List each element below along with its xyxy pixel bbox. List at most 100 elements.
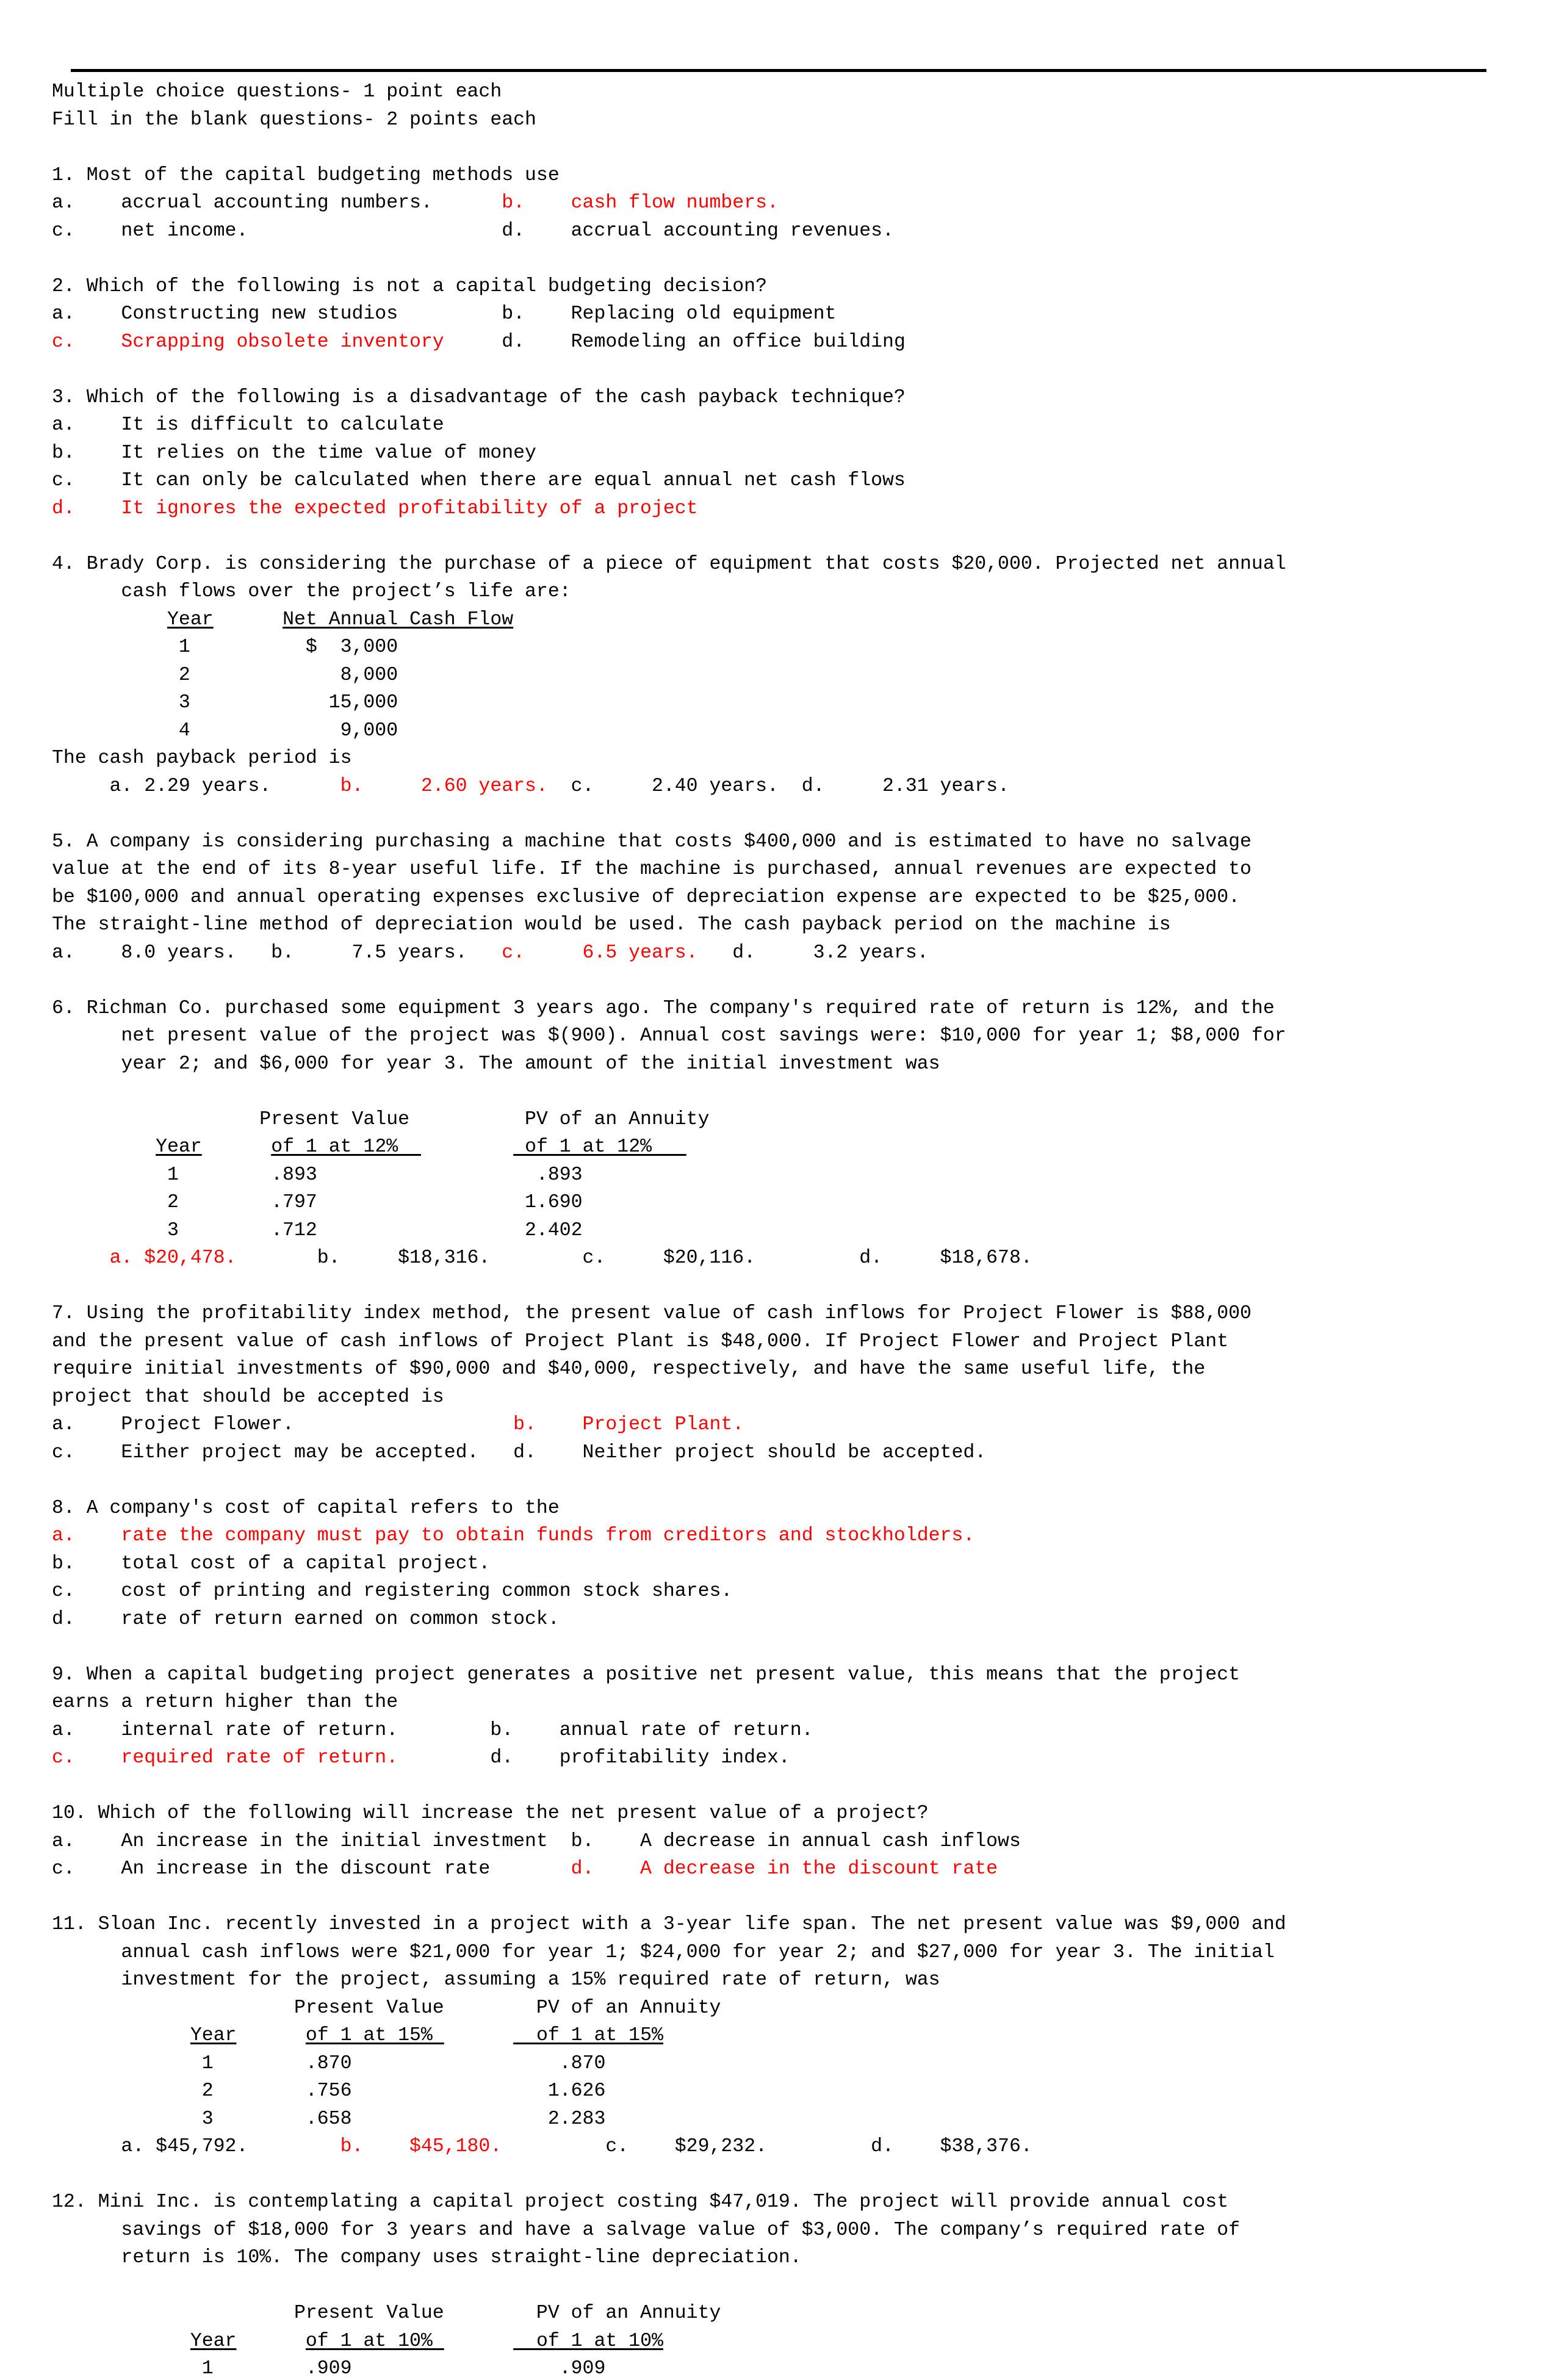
text-line: 3 .658 2.283 [52, 2105, 1535, 2133]
text-line: return is 10%. The company uses straight… [52, 2244, 1535, 2272]
text-segment: 1 $ 3,000 [52, 636, 398, 658]
text-segment: 2 8,000 [52, 664, 398, 686]
text-line: d. rate of return earned on common stock… [52, 1606, 1535, 1634]
text-line: value at the end of its 8-year useful li… [52, 856, 1535, 884]
text-segment: The straight-line method of depreciation… [52, 914, 1171, 936]
document-body: Multiple choice questions- 1 point each F… [52, 78, 1535, 2380]
text-line: a. $45,792. b. $45,180. c. $29,232. d. $… [52, 2133, 1535, 2161]
text-segment: d. profitability index. [398, 1747, 790, 1769]
text-segment [52, 2025, 190, 2046]
text-line: 2 .797 1.690 [52, 1189, 1535, 1217]
text-segment: value at the end of its 8-year useful li… [52, 859, 1252, 880]
text-segment [52, 1247, 110, 1269]
text-segment: a. Project Flower. [52, 1414, 514, 1435]
table-column-header: Year [156, 1136, 202, 1158]
text-line: a. An increase in the initial investment… [52, 1828, 1535, 1856]
text-line: Multiple choice questions- 1 point each [52, 78, 1535, 106]
text-segment: 3 15,000 [52, 692, 398, 713]
text-segment: 3 .658 2.283 [52, 2108, 606, 2130]
text-line: investment for the project, assuming a 1… [52, 1966, 1535, 1994]
text-segment: b. $18,316. c. $20,116. d. $18,678. [236, 1247, 1032, 1269]
text-line: c. Scrapping obsolete inventory d. Remod… [52, 328, 1535, 356]
text-segment: a. $45,792. [52, 2136, 340, 2157]
text-segment: a. Constructing new studios b. Replacing… [52, 303, 837, 325]
text-line: 9. When a capital budgeting project gene… [52, 1661, 1535, 1689]
text-line: be $100,000 and annual operating expense… [52, 884, 1535, 912]
text-segment: 11. Sloan Inc. recently invested in a pr… [52, 1914, 1286, 1935]
text-line: The cash payback period is [52, 745, 1535, 773]
text-line: 3. Which of the following is a disadvant… [52, 384, 1535, 412]
text-line: a. 2.29 years. b. 2.60 years. c. 2.40 ye… [52, 773, 1535, 801]
text-line: 1 .870 .870 [52, 2050, 1535, 2078]
text-segment: 2 .797 1.690 [52, 1192, 583, 1213]
text-segment: 2 .756 1.626 [52, 2080, 606, 2102]
text-segment: year 2; and $6,000 for year 3. The amoun… [52, 1053, 940, 1075]
text-segment: and the present value of cash inflows of… [52, 1330, 1229, 1352]
table-column-header: Net Annual Cash Flow [283, 608, 514, 630]
answer-highlight: d. A decrease in the discount rate [571, 1858, 998, 1880]
table-column-header: of 1 at 10% [513, 2330, 663, 2352]
text-segment [236, 2025, 305, 2046]
text-line: savings of $18,000 for 3 years and have … [52, 2216, 1535, 2245]
text-line: 4 9,000 [52, 717, 1535, 745]
text-line: 5. A company is considering purchasing a… [52, 828, 1535, 856]
text-segment: net present value of the project was $(9… [52, 1025, 1286, 1047]
text-segment: a. 8.0 years. b. 7.5 years. [52, 942, 502, 964]
text-segment: 3. Which of the following is a disadvant… [52, 386, 906, 408]
text-segment: c. 2.40 years. d. 2.31 years. [547, 775, 1009, 797]
text-line: c. cost of printing and registering comm… [52, 1578, 1535, 1606]
text-line: project that should be accepted is [52, 1383, 1535, 1412]
text-line: a. Constructing new studios b. Replacing… [52, 300, 1535, 328]
text-line: cash flows over the project’s life are: [52, 578, 1535, 606]
text-line: The straight-line method of depreciation… [52, 911, 1535, 939]
answer-highlight: c. required rate of return. [52, 1747, 398, 1769]
text-segment: Present Value PV of an Annuity [52, 2302, 721, 2324]
text-line: net present value of the project was $(9… [52, 1022, 1535, 1050]
text-segment: a. An increase in the initial investment… [52, 1830, 1021, 1852]
text-line: Year of 1 at 15% of 1 at 15% [52, 2022, 1535, 2050]
text-segment: d. 3.2 years. [697, 942, 929, 964]
text-line: 6. Richman Co. purchased some equipment … [52, 995, 1535, 1023]
text-line: require initial investments of $90,000 a… [52, 1355, 1535, 1383]
text-segment: cash flows over the project’s life are: [52, 581, 571, 602]
text-segment: Present Value PV of an Annuity [52, 1997, 721, 2019]
text-segment: return is 10%. The company uses straight… [52, 2247, 802, 2268]
text-line: c. An increase in the discount rate d. A… [52, 1855, 1535, 1883]
text-segment [52, 609, 167, 630]
text-line: and the present value of cash inflows of… [52, 1328, 1535, 1356]
text-line: year 2; and $6,000 for year 3. The amoun… [52, 1050, 1535, 1078]
answer-highlight: b. Project Plant. [513, 1414, 744, 1435]
text-line: 1 $ 3,000 [52, 633, 1535, 662]
text-line: 11. Sloan Inc. recently invested in a pr… [52, 1911, 1535, 1939]
text-segment: 3 .712 2.402 [52, 1219, 583, 1241]
text-line: 2 8,000 [52, 662, 1535, 690]
text-segment: Present Value PV of an Annuity [52, 1108, 710, 1130]
text-line: a. internal rate of return. b. annual ra… [52, 1717, 1535, 1745]
text-segment: c. $29,232. d. $38,376. [502, 2136, 1032, 2157]
text-segment: 1 .870 .870 [52, 2052, 606, 2074]
text-segment: a. internal rate of return. b. annual ra… [52, 1719, 813, 1741]
text-line: Present Value PV of an Annuity [52, 1994, 1535, 2022]
text-line: Present Value PV of an Annuity [52, 1106, 1535, 1134]
text-segment: 4. Brady Corp. is considering the purcha… [52, 553, 1286, 575]
text-segment: d. Remodeling an office building [444, 331, 906, 353]
text-line: 12. Mini Inc. is contemplating a capital… [52, 2188, 1535, 2216]
text-line: 4. Brady Corp. is considering the purcha… [52, 550, 1535, 579]
text-line: b. It relies on the time value of money [52, 439, 1535, 467]
text-segment: b. It relies on the time value of money [52, 442, 536, 464]
text-segment: a. 2.29 years. [52, 775, 340, 797]
text-segment: Multiple choice questions- 1 point each [52, 81, 502, 103]
text-line: a. It is difficult to calculate [52, 411, 1535, 439]
text-line: 1. Most of the capital budgeting methods… [52, 162, 1535, 190]
text-line: c. required rate of return. d. profitabi… [52, 1744, 1535, 1772]
answer-highlight: c. 6.5 years. [502, 942, 698, 964]
text-line: Present Value PV of an Annuity [52, 2299, 1535, 2328]
text-segment: be $100,000 and annual operating expense… [52, 886, 1241, 908]
text-segment: The cash payback period is [52, 748, 352, 769]
